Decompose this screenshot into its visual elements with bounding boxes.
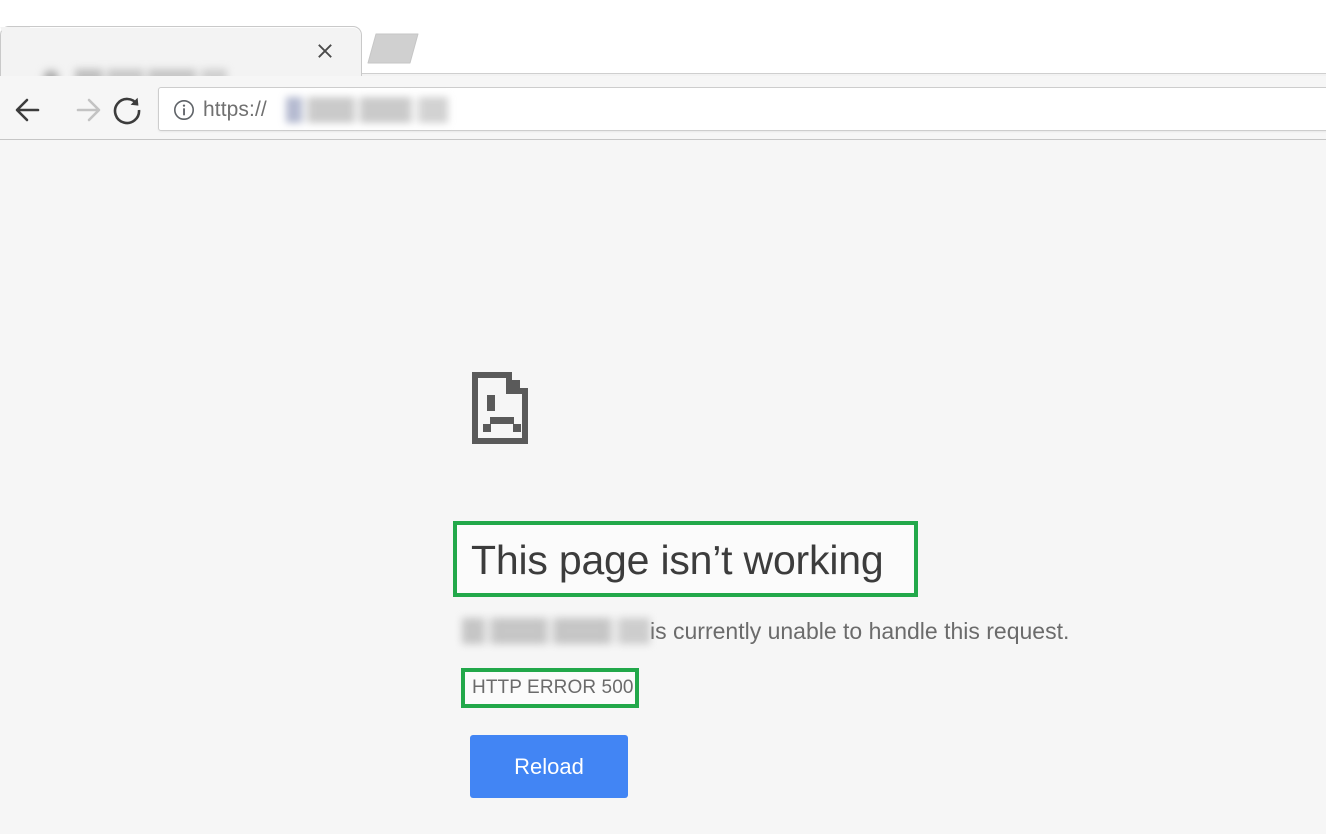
tab-strip — [0, 0, 1326, 76]
new-tab-button[interactable] — [364, 31, 422, 68]
browser-window: https:// Th — [0, 0, 1326, 834]
url-host-redacted — [286, 97, 448, 123]
close-icon[interactable] — [311, 37, 339, 65]
browser-tab[interactable] — [0, 26, 362, 76]
reload-icon[interactable] — [104, 86, 152, 134]
info-circle-icon[interactable] — [173, 99, 195, 121]
page-title: This page isn’t working — [471, 532, 883, 588]
back-button[interactable] — [6, 86, 54, 134]
error-description: is currently unable to handle this reque… — [462, 613, 1069, 649]
address-bar[interactable]: https:// — [158, 87, 1326, 131]
reload-button[interactable]: Reload — [470, 735, 628, 798]
error-code-label: HTTP ERROR 500 — [472, 676, 634, 700]
url-scheme: https:// — [203, 96, 267, 124]
sad-document-icon — [470, 370, 536, 446]
page-viewport: This page isn’t working is currently una… — [0, 140, 1326, 834]
subtitle-text: is currently unable to handle this reque… — [650, 613, 1069, 649]
subtitle-host-redacted — [462, 618, 650, 644]
